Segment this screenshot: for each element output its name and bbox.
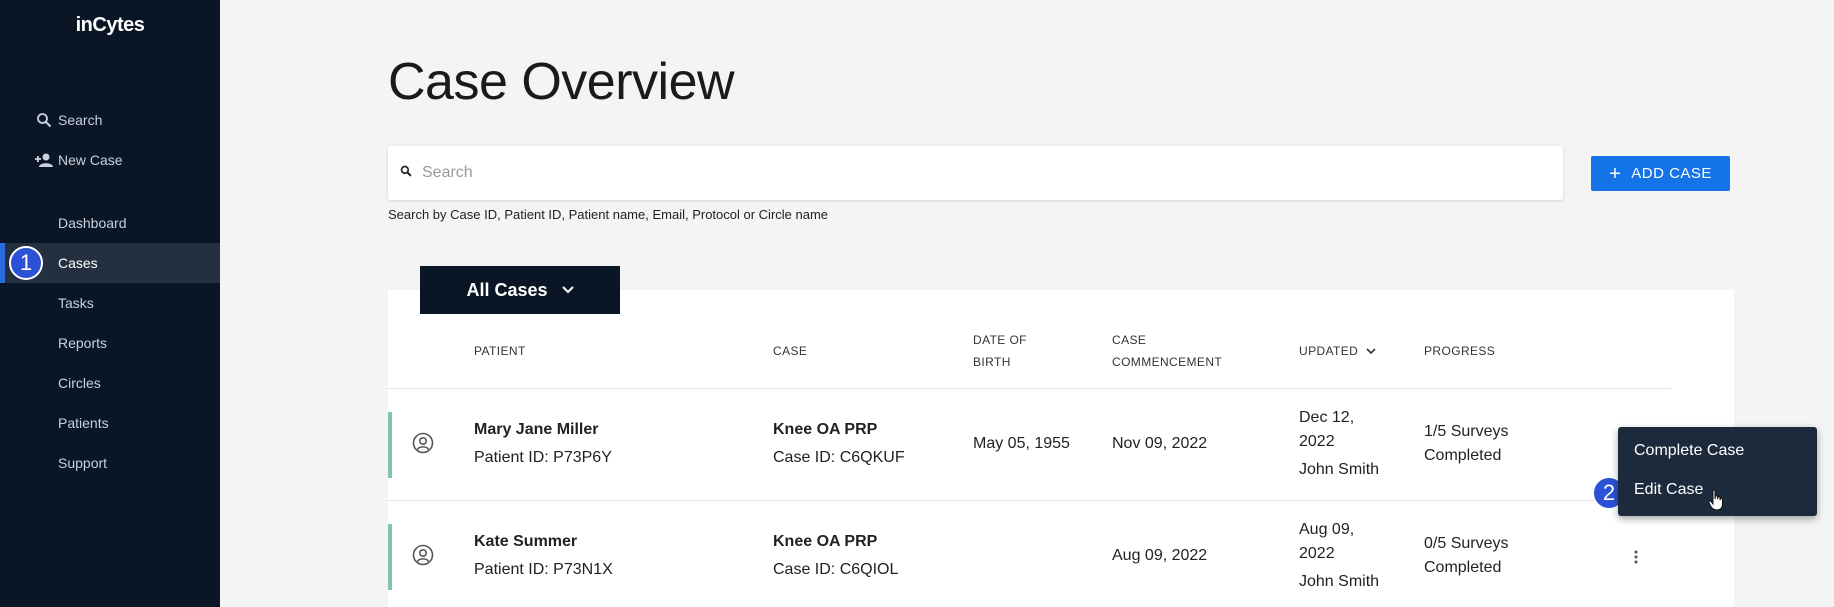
hand-cursor-icon <box>1708 489 1723 511</box>
sidebar-item-label: Search <box>58 112 103 128</box>
plus-icon: + <box>1609 162 1622 185</box>
all-cases-dropdown[interactable]: All Cases <box>420 266 620 314</box>
add-person-icon <box>34 150 54 170</box>
sidebar-item-new-case[interactable]: New Case <box>0 140 220 180</box>
progress-count: 0/5 Surveys <box>1424 535 1509 552</box>
case-id: Case ID: C6QIOL <box>773 561 899 578</box>
add-case-button[interactable]: + ADD CASE <box>1591 156 1730 191</box>
column-header-progress[interactable]: PROGRESS <box>1424 340 1495 362</box>
column-header-dob-line1: DATE OF <box>973 333 1027 347</box>
row-context-menu: Complete Case Edit Case <box>1618 427 1817 516</box>
page-title: Case Overview <box>388 53 735 111</box>
edit-case-menu-item[interactable]: Edit Case <box>1634 481 1703 499</box>
patient-id: Patient ID: P73P6Y <box>474 449 612 466</box>
row-status-accent <box>388 412 392 478</box>
patient-name[interactable]: Kate Summer <box>474 530 577 554</box>
user-avatar-icon <box>412 544 434 566</box>
column-header-commencement-line1: CASE <box>1112 333 1147 347</box>
sidebar: inCytes Search New Case Dashboard Cases … <box>0 0 220 607</box>
sidebar-item-dashboard[interactable]: Dashboard <box>0 203 220 243</box>
progress-count: 1/5 Surveys <box>1424 423 1509 440</box>
kebab-menu-icon[interactable] <box>1633 549 1639 565</box>
column-header-dob-line2: BIRTH <box>973 355 1011 369</box>
add-case-label: ADD CASE <box>1631 165 1712 182</box>
row-status-accent <box>388 524 392 590</box>
search-bar[interactable] <box>388 146 1563 200</box>
search-input[interactable] <box>422 164 1522 182</box>
case-name[interactable]: Knee OA PRP <box>773 418 877 442</box>
search-icon <box>400 164 412 182</box>
updated-by: John Smith <box>1299 461 1380 478</box>
sidebar-item-patients[interactable]: Patients <box>0 403 220 443</box>
column-header-commencement[interactable]: CASE COMMENCEMENT <box>1112 329 1222 373</box>
column-header-case[interactable]: CASE <box>773 340 807 362</box>
filter-tab-label: All Cases <box>466 279 548 300</box>
patient-name[interactable]: Mary Jane Miller <box>474 418 599 442</box>
sidebar-item-search[interactable]: Search <box>0 100 220 140</box>
case-commencement: Nov 09, 2022 <box>1112 435 1208 452</box>
search-hint: Search by Case ID, Patient ID, Patient n… <box>388 207 829 222</box>
complete-case-menu-item[interactable]: Complete Case <box>1634 442 1744 460</box>
updated-by: John Smith <box>1299 573 1380 590</box>
column-header-updated[interactable]: UPDATED <box>1299 340 1376 362</box>
app-logo[interactable]: inCytes <box>0 14 220 37</box>
column-header-patient[interactable]: PATIENT <box>474 340 526 362</box>
sidebar-main-nav: Dashboard Cases Tasks Reports Circles Pa… <box>0 203 220 483</box>
header-divider <box>388 388 1671 389</box>
updated-date: Dec 12, <box>1299 409 1355 426</box>
sidebar-item-support[interactable]: Support <box>0 443 220 483</box>
case-name[interactable]: Knee OA PRP <box>773 530 877 554</box>
case-commencement: Aug 09, 2022 <box>1112 547 1208 564</box>
column-header-commencement-line2: COMMENCEMENT <box>1112 355 1223 369</box>
case-id: Case ID: C6QKUF <box>773 449 905 466</box>
sidebar-item-tasks[interactable]: Tasks <box>0 283 220 323</box>
date-of-birth: May 05, 1955 <box>973 435 1070 452</box>
sidebar-item-reports[interactable]: Reports <box>0 323 220 363</box>
updated-date: Aug 09, <box>1299 521 1355 538</box>
updated-year: 2022 <box>1299 545 1335 562</box>
sidebar-item-label: New Case <box>58 152 123 168</box>
search-icon <box>34 110 54 130</box>
sort-descending-icon <box>1366 347 1376 355</box>
sidebar-top-nav: Search New Case <box>0 100 220 180</box>
column-header-updated-label: UPDATED <box>1299 344 1359 358</box>
column-header-dob[interactable]: DATE OF BIRTH <box>973 329 1027 373</box>
step-badge-1: 1 <box>9 246 43 280</box>
chevron-down-icon <box>561 286 574 294</box>
sidebar-item-circles[interactable]: Circles <box>0 363 220 403</box>
patient-id: Patient ID: P73N1X <box>474 561 613 578</box>
progress-status: Completed <box>1424 559 1502 576</box>
updated-year: 2022 <box>1299 433 1335 450</box>
user-avatar-icon <box>412 432 434 454</box>
row-divider <box>388 500 1671 501</box>
progress-status: Completed <box>1424 447 1502 464</box>
